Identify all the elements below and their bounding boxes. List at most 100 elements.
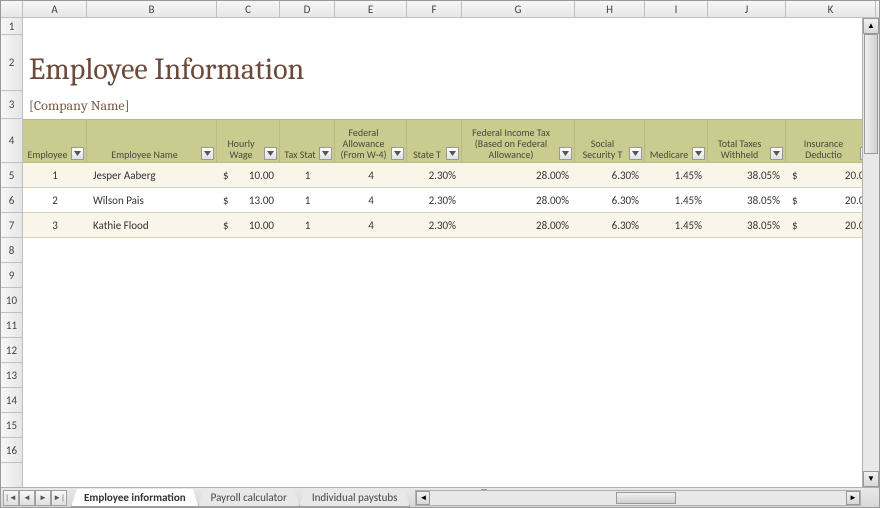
col-header-J[interactable]: J	[708, 1, 786, 17]
table-cell[interactable]: 38.05%	[708, 188, 786, 212]
table-cell[interactable]: 1.45%	[645, 188, 708, 212]
table-header-label: Social Security T	[579, 138, 626, 160]
row-header-2[interactable]: 2	[1, 35, 22, 91]
table-cell[interactable]: 4	[335, 188, 407, 212]
select-all-corner[interactable]	[1, 1, 23, 17]
sheet-tab[interactable]: Payroll calculator	[198, 489, 300, 507]
scroll-right-button[interactable]: ►	[846, 491, 860, 505]
table-header-cell: Employee Name	[87, 120, 217, 162]
table-cell[interactable]: $10.00	[217, 213, 280, 237]
table-cell[interactable]: 1.45%	[645, 163, 708, 187]
table-cell[interactable]: 38.05%	[708, 163, 786, 187]
table-header-cell: Federal Allowance (From W-4)	[335, 120, 407, 162]
row-header-7[interactable]: 7	[1, 213, 22, 238]
row-header-12[interactable]: 12	[1, 338, 22, 363]
scroll-up-button[interactable]: ▲	[863, 18, 879, 34]
table-cell[interactable]: 28.00%	[462, 188, 575, 212]
company-name[interactable]: [Company Name]	[29, 97, 130, 114]
vscroll-track[interactable]	[863, 34, 879, 471]
col-header-E[interactable]: E	[335, 1, 407, 17]
row-header-10[interactable]: 10	[1, 288, 22, 313]
table-cell[interactable]: Wilson Pais	[87, 188, 217, 212]
table-cell[interactable]: 1	[280, 163, 335, 187]
col-header-D[interactable]: D	[280, 1, 335, 17]
filter-dropdown-button[interactable]	[446, 147, 459, 160]
table-cell[interactable]: Jesper Aaberg	[87, 163, 217, 187]
row-header-4[interactable]: 4	[1, 119, 22, 163]
vertical-scrollbar[interactable]: ▲ ▼	[862, 18, 879, 487]
table-header-cell: Social Security T	[575, 120, 645, 162]
filter-dropdown-button[interactable]	[319, 147, 332, 160]
table-cell[interactable]: $13.00	[217, 188, 280, 212]
row-header-9[interactable]: 9	[1, 263, 22, 288]
scroll-down-button[interactable]: ▼	[863, 471, 879, 487]
table-row[interactable]: 1Jesper Aaberg$10.00142.30%28.00%6.30%1.…	[23, 163, 879, 188]
table-cell[interactable]: 1	[23, 163, 87, 187]
filter-dropdown-button[interactable]	[629, 147, 642, 160]
table-cell[interactable]: 4	[335, 213, 407, 237]
table-cell[interactable]: 2.30%	[407, 163, 462, 187]
tab-nav-next[interactable]: ►	[35, 490, 51, 506]
table-cell[interactable]: $10.00	[217, 163, 280, 187]
table-cell[interactable]: 38.05%	[708, 213, 786, 237]
row-headers: 12345678910111213141516	[1, 18, 23, 488]
row-header-14[interactable]: 14	[1, 388, 22, 413]
filter-dropdown-button[interactable]	[692, 147, 705, 160]
sheet-tab[interactable]: Employee information	[71, 489, 199, 507]
row-header-6[interactable]: 6	[1, 188, 22, 213]
row-header-15[interactable]: 15	[1, 413, 22, 438]
table-cell[interactable]: 28.00%	[462, 163, 575, 187]
table-row[interactable]: 2Wilson Pais$13.00142.30%28.00%6.30%1.45…	[23, 188, 879, 213]
filter-dropdown-button[interactable]	[201, 147, 214, 160]
row-header-3[interactable]: 3	[1, 91, 22, 119]
filter-dropdown-button[interactable]	[559, 147, 572, 160]
col-header-B[interactable]: B	[87, 1, 217, 17]
table-cell[interactable]: 2.30%	[407, 188, 462, 212]
row-header-5[interactable]: 5	[1, 163, 22, 188]
table-cell[interactable]: 6.30%	[575, 163, 645, 187]
col-header-I[interactable]: I	[645, 1, 708, 17]
col-header-H[interactable]: H	[575, 1, 645, 17]
col-header-F[interactable]: F	[407, 1, 462, 17]
tab-nav-last[interactable]: ►|	[51, 490, 67, 506]
table-header-cell: Hourly Wage	[217, 120, 280, 162]
col-header-K[interactable]: K	[786, 1, 876, 17]
table-cell[interactable]: 2	[23, 188, 87, 212]
table-cell[interactable]: Kathie Flood	[87, 213, 217, 237]
horizontal-scrollbar[interactable]: ◄ ►	[415, 490, 861, 506]
table-cell[interactable]: 3	[23, 213, 87, 237]
table-header-cell: State T	[407, 120, 462, 162]
col-header-A[interactable]: A	[23, 1, 87, 17]
table-cell[interactable]: 6.30%	[575, 188, 645, 212]
table-cell[interactable]: 1	[280, 213, 335, 237]
table-cell[interactable]: 28.00%	[462, 213, 575, 237]
row-header-1[interactable]: 1	[1, 18, 22, 35]
row-header-16[interactable]: 16	[1, 438, 22, 463]
row-header-8[interactable]: 8	[1, 238, 22, 263]
filter-dropdown-button[interactable]	[391, 147, 404, 160]
tab-nav-prev[interactable]: ◄	[19, 490, 35, 506]
table-cell[interactable]: 6.30%	[575, 213, 645, 237]
sheet-tabs-bar: |◄ ◄ ► ►| Employee informationPayroll ca…	[1, 487, 879, 507]
table-cell[interactable]: 1.45%	[645, 213, 708, 237]
currency-symbol: $	[792, 194, 798, 207]
table-header-cell: Federal Income Tax (Based on Federal All…	[462, 120, 575, 162]
hscroll-thumb[interactable]	[616, 492, 676, 504]
row-header-13[interactable]: 13	[1, 363, 22, 388]
table-header-label: Federal Income Tax (Based on Federal All…	[466, 127, 556, 160]
table-cell[interactable]: 2.30%	[407, 213, 462, 237]
col-header-C[interactable]: C	[217, 1, 280, 17]
table-row[interactable]: 3Kathie Flood$10.00142.30%28.00%6.30%1.4…	[23, 213, 879, 238]
scroll-left-button[interactable]: ◄	[416, 491, 430, 505]
table-cell[interactable]: 1	[280, 188, 335, 212]
filter-dropdown-button[interactable]	[71, 147, 84, 160]
worksheet[interactable]: Employee Information [Company Name] Empl…	[23, 18, 879, 488]
filter-dropdown-button[interactable]	[264, 147, 277, 160]
filter-dropdown-button[interactable]	[770, 147, 783, 160]
row-header-11[interactable]: 11	[1, 313, 22, 338]
sheet-tab[interactable]: Individual paystubs	[299, 489, 411, 507]
tab-nav-first[interactable]: |◄	[3, 490, 19, 506]
vscroll-thumb[interactable]	[864, 34, 878, 154]
table-cell[interactable]: 4	[335, 163, 407, 187]
col-header-G[interactable]: G	[462, 1, 575, 17]
